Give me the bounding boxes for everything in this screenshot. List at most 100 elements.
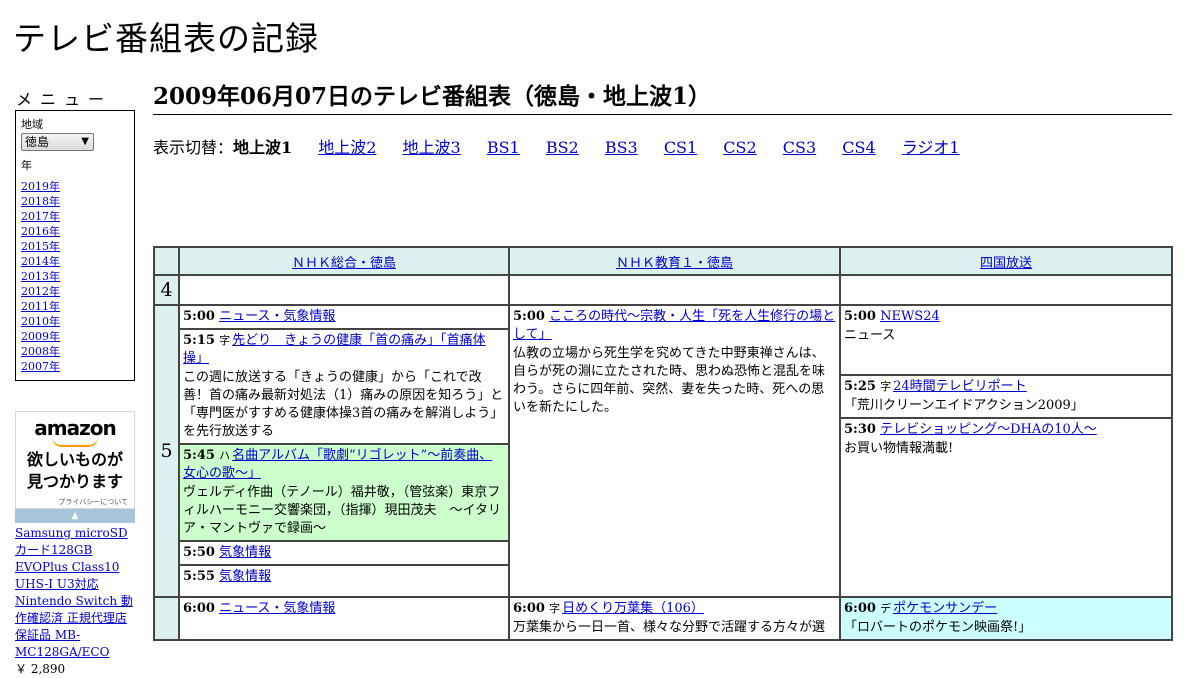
year-link[interactable]: 2010年 bbox=[21, 315, 60, 328]
hd-icon: ハ bbox=[219, 449, 231, 462]
corner-cell bbox=[153, 246, 180, 276]
program-title[interactable]: ポケモンサンデー bbox=[893, 601, 997, 616]
program-desc: 「荒川クリーンエイドアクション2009」 bbox=[844, 398, 1084, 413]
switch-current: 地上波1 bbox=[233, 138, 293, 157]
program-title[interactable]: ニュース・気象情報 bbox=[219, 309, 335, 324]
ad-banner[interactable]: amazon 欲しいものが 見つかります プライバシーについて bbox=[15, 411, 135, 509]
program-title[interactable]: 日めくり万葉集（106） bbox=[562, 601, 704, 616]
channel-column: 6:00 字日めくり万葉集（106） 万葉集から一日一首、様々な分野で活躍する方… bbox=[508, 596, 841, 641]
channel-link[interactable]: 四国放送 bbox=[980, 256, 1032, 271]
program-desc: 仏教の立場から死生学を究めてきた中野東禅さんは、自らが死の淵に立たされた時、思わ… bbox=[513, 346, 826, 415]
year-label: 年 bbox=[21, 159, 32, 172]
program: 5:50 気象情報 bbox=[180, 542, 508, 566]
channel-link[interactable]: ＮＨＫ総合・徳島 bbox=[292, 256, 396, 271]
year-link[interactable]: 2007年 bbox=[21, 360, 60, 373]
ad-tagline-line2: 見つかります bbox=[26, 472, 123, 491]
program: 5:00 ニュース・気象情報 bbox=[180, 306, 508, 330]
channel-header: ＮＨＫ教育１・徳島 bbox=[508, 246, 841, 276]
ad-privacy-link[interactable]: プライバシーについて bbox=[58, 497, 128, 507]
switch-link[interactable]: BS3 bbox=[605, 138, 638, 157]
year-link[interactable]: 2019年 bbox=[21, 180, 60, 193]
program-time: 5:15 bbox=[183, 333, 215, 348]
program-title[interactable]: テレビショッピング～DHAの10人～ bbox=[880, 422, 1097, 437]
sidebar: メニュー 地域 徳島 ▼ 年 2019年 2018年 2017年 2016年 2… bbox=[15, 86, 135, 678]
switch-link[interactable]: 地上波3 bbox=[403, 138, 461, 157]
program-title[interactable]: 24時間テレビリポート bbox=[893, 379, 1027, 394]
year-list: 2019年 2018年 2017年 2016年 2015年 2014年 2013… bbox=[21, 179, 129, 374]
year-item: 2014年 bbox=[21, 254, 129, 269]
caption-icon: 字 bbox=[219, 334, 231, 347]
year-link[interactable]: 2017年 bbox=[21, 210, 60, 223]
switch-link[interactable]: CS1 bbox=[664, 138, 697, 157]
ad-collapse-bar[interactable]: ▲ bbox=[15, 509, 135, 523]
channel-column: 6:00 ニュース・気象情報 bbox=[178, 596, 510, 641]
main-content: 2009年06月07日のテレビ番組表（徳島・地上波1） 表示切替：地上波1 地上… bbox=[153, 82, 1172, 158]
program-time: 5:00 bbox=[513, 309, 545, 324]
year-link[interactable]: 2012年 bbox=[21, 285, 60, 298]
channel-link[interactable]: ＮＨＫ教育１・徳島 bbox=[616, 256, 733, 271]
program-time: 5:30 bbox=[844, 422, 876, 437]
region-select[interactable]: 徳島 ▼ bbox=[21, 133, 94, 151]
hour-row: 6:00 ニュース・気象情報 6:00 字日めくり万葉集（106） 万葉集から一… bbox=[153, 596, 1173, 641]
hour-row: 4 bbox=[153, 274, 1173, 306]
ad-product[interactable]: Samsung microSDカード128GB EVOPlus Class10 … bbox=[15, 525, 135, 678]
program-title[interactable]: こころの時代～宗教・人生「死を人生修行の場として」 bbox=[513, 309, 835, 342]
program-time: 6:00 bbox=[513, 601, 545, 616]
program: 5:00 こころの時代～宗教・人生「死を人生修行の場として」 仏教の立場から死生… bbox=[510, 306, 839, 419]
program-title[interactable]: 気象情報 bbox=[219, 545, 271, 560]
hour-cell bbox=[153, 596, 180, 641]
switch-link[interactable]: ラジオ1 bbox=[902, 138, 960, 157]
program-title[interactable]: ニュース・気象情報 bbox=[219, 601, 335, 616]
program: 5:25 字 24時間テレビリポート 「荒川クリーンエイドアクション2009」 bbox=[841, 376, 1171, 419]
program: 6:00 字日めくり万葉集（106） 万葉集から一日一首、様々な分野で活躍する方… bbox=[510, 598, 839, 639]
year-link[interactable]: 2009年 bbox=[21, 330, 60, 343]
empty-cell bbox=[178, 274, 510, 306]
ad-product-link[interactable]: Samsung microSDカード128GB EVOPlus Class10 … bbox=[15, 526, 133, 659]
empty-cell bbox=[508, 274, 841, 306]
year-link[interactable]: 2016年 bbox=[21, 225, 60, 238]
channel-header: 四国放送 bbox=[839, 246, 1173, 276]
caption-icon: 字 bbox=[880, 380, 892, 393]
program: 5:15 字先どり きょうの健康「首の痛み」「首痛体操」 この週に放送する「きょ… bbox=[180, 330, 508, 445]
switch-link[interactable]: BS1 bbox=[487, 138, 520, 157]
program-time: 5:25 bbox=[844, 379, 876, 394]
program-desc: ヴェルディ作曲（テノール）福井敬，（管弦楽）東京フィルハーモニー交響楽団，（指揮… bbox=[183, 485, 501, 536]
year-link[interactable]: 2011年 bbox=[21, 300, 60, 313]
hour-cell: 4 bbox=[153, 274, 180, 306]
program-title[interactable]: 気象情報 bbox=[219, 569, 271, 584]
program: 6:00 デポケモンサンデー 「ロバートのポケモン映画祭!」 bbox=[841, 598, 1171, 639]
amazon-logo: amazon bbox=[34, 416, 116, 440]
year-link[interactable]: 2008年 bbox=[21, 345, 60, 358]
program-desc: 「ロバートのポケモン映画祭!」 bbox=[844, 620, 1032, 635]
year-link[interactable]: 2013年 bbox=[21, 270, 60, 283]
switch-label: 表示切替： bbox=[153, 138, 234, 157]
switch-link[interactable]: CS2 bbox=[723, 138, 756, 157]
year-link[interactable]: 2015年 bbox=[21, 240, 60, 253]
year-link[interactable]: 2014年 bbox=[21, 255, 60, 268]
data-broadcast-icon: デ bbox=[880, 602, 892, 615]
switch-link[interactable]: BS2 bbox=[546, 138, 579, 157]
program-time: 6:00 bbox=[183, 601, 215, 616]
program: 6:00 ニュース・気象情報 bbox=[180, 598, 508, 620]
year-item: 2011年 bbox=[21, 299, 129, 314]
amazon-ad[interactable]: amazon 欲しいものが 見つかります プライバシーについて ▲ Samsun… bbox=[15, 411, 135, 678]
program-desc: この週に放送する「きょうの健康」から「これで改善！首の痛み最新対処法（1）痛みの… bbox=[183, 370, 504, 439]
year-item: 2017年 bbox=[21, 209, 129, 224]
program-desc: ニュース bbox=[844, 328, 896, 343]
program: 5:45 ハ名曲アルバム「歌劇“リゴレット”～前奏曲、女心の歌～」 ヴェルディ作… bbox=[180, 445, 508, 542]
year-link[interactable]: 2018年 bbox=[21, 195, 60, 208]
program-time: 5:45 bbox=[183, 448, 215, 463]
program: 5:30 テレビショッピング～DHAの10人～ お買い物情報満載! bbox=[841, 419, 1171, 460]
chevron-up-icon: ▲ bbox=[71, 511, 79, 521]
program: 5:00 NEWS24 ニュース bbox=[841, 306, 1171, 376]
year-item: 2012年 bbox=[21, 284, 129, 299]
menu-box: 地域 徳島 ▼ 年 2019年 2018年 2017年 2016年 2015年 … bbox=[15, 110, 135, 381]
switch-link[interactable]: CS4 bbox=[842, 138, 875, 157]
switch-link[interactable]: 地上波2 bbox=[318, 138, 376, 157]
channel-switcher: 表示切替：地上波1 地上波2 地上波3 BS1 BS2 BS3 CS1 CS2 … bbox=[153, 134, 1172, 158]
program-time: 6:00 bbox=[844, 601, 876, 616]
ad-tagline-line1: 欲しいものが bbox=[26, 450, 123, 469]
program-title[interactable]: NEWS24 bbox=[880, 309, 940, 324]
year-item: 2018年 bbox=[21, 194, 129, 209]
switch-link[interactable]: CS3 bbox=[783, 138, 816, 157]
